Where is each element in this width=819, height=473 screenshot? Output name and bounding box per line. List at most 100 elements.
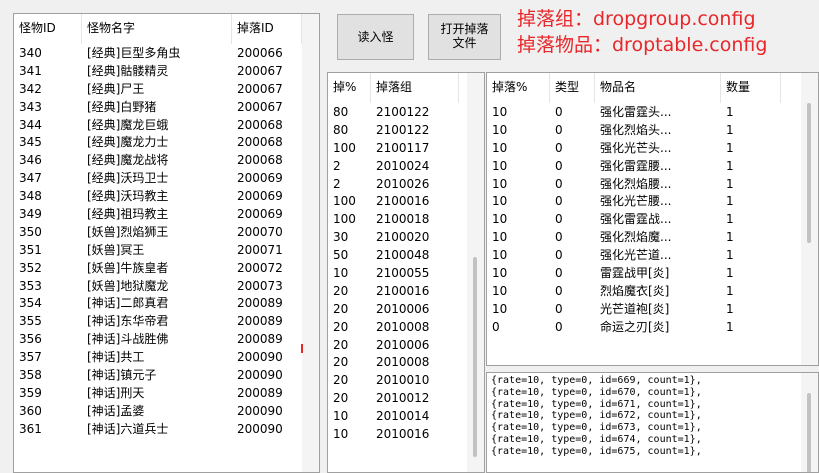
open-drop-file-button[interactable]: 打开掉落 文件: [428, 14, 501, 60]
drop-group-row[interactable]: 10 2100055: [328, 264, 484, 282]
monster-row[interactable]: 359 [神话]刑天 200089: [14, 384, 319, 402]
monster-row[interactable]: 350 [妖兽]烈焰狮王 200070: [14, 223, 319, 241]
monster-row[interactable]: 347 [经典]沃玛卫士 200069: [14, 169, 319, 187]
monster-row[interactable]: 358 [神话]镇元子 200090: [14, 366, 319, 384]
monster-row[interactable]: 351 [妖兽]冥王 200071: [14, 241, 319, 259]
raw-config-scroll-thumb[interactable]: [807, 393, 811, 472]
drop-group-row[interactable]: 2 2010024: [328, 157, 484, 175]
item-row[interactable]: 10 0 强化烈焰头... 1: [487, 121, 818, 139]
drop-group-row[interactable]: 80 2100122: [328, 103, 484, 121]
item-row-cell: 强化雷霆头...: [600, 105, 672, 119]
item-list-scrollbar[interactable]: [801, 73, 818, 365]
drop-group-row[interactable]: 10 2010016: [328, 425, 484, 443]
drop-group-row-cell: 2010010: [376, 373, 430, 388]
drop-group-row[interactable]: 80 2100122: [328, 121, 484, 139]
header-drop-percent[interactable]: 掉%: [328, 73, 371, 103]
item-row[interactable]: 10 0 强化雷霆头... 1: [487, 103, 818, 121]
header-item-count[interactable]: 数量: [721, 73, 781, 103]
monster-row[interactable]: 355 [神话]东华帝君 200089: [14, 312, 319, 330]
monster-list-header: 怪物ID 怪物名字 掉落ID: [14, 14, 319, 44]
drop-group-row[interactable]: 20 2010006: [328, 336, 484, 354]
item-row[interactable]: 10 0 强化光芒头... 1: [487, 139, 818, 157]
item-row-cell: 1: [726, 194, 734, 209]
monster-row[interactable]: 343 [经典]白野猪 200067: [14, 98, 319, 116]
header-drop-id[interactable]: 掉落ID: [232, 14, 302, 44]
drop-group-row[interactable]: 100 2100117: [328, 139, 484, 157]
drop-group-row[interactable]: 100 2100016: [328, 192, 484, 210]
monster-row[interactable]: 353 [妖兽]地狱魔龙 200073: [14, 277, 319, 295]
drop-group-row-cell: 30: [333, 230, 349, 245]
drop-group-row[interactable]: 20 2010006: [328, 300, 484, 318]
monster-list-scrollbar[interactable]: [302, 14, 319, 472]
monster-row[interactable]: 349 [经典]祖玛教主 200069: [14, 205, 319, 223]
header-monster-id[interactable]: 怪物ID: [14, 14, 82, 44]
monster-row-cell: 200090: [237, 421, 283, 436]
item-row[interactable]: 10 0 烈焰魔衣[炎] 1: [487, 282, 818, 300]
header-drop-group[interactable]: 掉落组: [371, 73, 459, 103]
drop-group-scrollbar[interactable]: [467, 73, 484, 472]
monster-row-cell: [妖兽]冥王: [87, 242, 145, 257]
monster-row-cell: 349: [19, 207, 42, 222]
drop-group-row[interactable]: 20 2100016: [328, 282, 484, 300]
read-monster-button[interactable]: 读入怪: [337, 14, 414, 60]
monster-row[interactable]: 361 [神话]六道兵士 200090: [14, 420, 319, 438]
item-row-cell: 1: [726, 248, 734, 263]
monster-row[interactable]: 340 [经典]巨型多角虫 200066: [14, 44, 319, 62]
drop-group-row[interactable]: 20 2010012: [328, 389, 484, 407]
monster-row[interactable]: 354 [神话]二郎真君 200089: [14, 294, 319, 312]
item-row-cell: 0: [555, 319, 563, 334]
drop-group-row[interactable]: 100 2100018: [328, 210, 484, 228]
monster-row-cell: 200090: [237, 368, 283, 383]
item-row[interactable]: 10 0 强化烈焰腰... 1: [487, 175, 818, 193]
item-row[interactable]: 10 0 强化雷霆战... 1: [487, 210, 818, 228]
drop-group-row[interactable]: 50 2100048: [328, 246, 484, 264]
monster-row-cell: [神话]斗战胜佛: [87, 332, 169, 347]
header-item-name[interactable]: 物品名: [595, 73, 721, 103]
item-row[interactable]: 10 0 强化雷霆腰... 1: [487, 157, 818, 175]
item-row[interactable]: 10 0 强化光芒腰... 1: [487, 192, 818, 210]
drop-group-row[interactable]: 10 2010014: [328, 407, 484, 425]
drop-group-body: 80 2100122 80 2100122 100 2100117 2 2010024 2 201…: [328, 103, 484, 443]
drop-group-row-cell: 2010008: [376, 319, 430, 334]
item-row[interactable]: 10 0 强化烈焰魔... 1: [487, 228, 818, 246]
raw-config-scrollbar[interactable]: [801, 373, 818, 472]
item-list-scroll-thumb[interactable]: [807, 103, 811, 243]
item-list[interactable]: 掉落% 类型 物品名 数量 10 0 强化雷霆头... 1 10 0 强化烈焰头... 1 10…: [486, 72, 819, 366]
raw-config-textbox[interactable]: {rate=10, type=0, id=669, count=1}, {rate…: [486, 372, 819, 473]
item-list-header: 掉落% 类型 物品名 数量: [487, 73, 818, 103]
monster-row[interactable]: 341 [经典]骷髅精灵 200067: [14, 62, 319, 80]
monster-row-cell: 200073: [237, 278, 283, 293]
monster-row[interactable]: 346 [经典]魔龙战将 200068: [14, 151, 319, 169]
monster-row[interactable]: 342 [经典]尸王 200067: [14, 80, 319, 98]
drop-group-list[interactable]: 掉% 掉落组 80 2100122 80 2100122 100 2100117 2 2010…: [327, 72, 485, 473]
item-row[interactable]: 10 0 雷霆战甲[炎] 1: [487, 264, 818, 282]
item-row-cell: 10: [492, 176, 508, 191]
monster-row-cell: [神话]镇元子: [87, 368, 157, 383]
header-item-rate[interactable]: 掉落%: [487, 73, 550, 103]
drop-group-scroll-thumb[interactable]: [473, 257, 477, 457]
monster-row[interactable]: 356 [神话]斗战胜佛 200089: [14, 330, 319, 348]
item-row-cell: 烈焰魔衣[炎]: [600, 283, 670, 298]
monster-row[interactable]: 345 [经典]魔龙力士 200068: [14, 133, 319, 151]
item-row[interactable]: 0 0 命运之刃[炎] 1: [487, 318, 818, 336]
item-row[interactable]: 10 0 强化光芒道... 1: [487, 246, 818, 264]
drop-group-row[interactable]: 20 2010008: [328, 353, 484, 371]
monster-list[interactable]: 怪物ID 怪物名字 掉落ID 340 [经典]巨型多角虫 200066 341 [经典]…: [13, 13, 320, 473]
header-item-type[interactable]: 类型: [550, 73, 595, 103]
item-list-body: 10 0 强化雷霆头... 1 10 0 强化烈焰头... 1 10 0 强化光芒头... 1 10 0 强…: [487, 103, 818, 336]
item-row-cell: 10: [492, 122, 508, 137]
monster-row[interactable]: 344 [经典]魔龙巨蛾 200068: [14, 116, 319, 134]
drop-group-row[interactable]: 2 2010026: [328, 175, 484, 193]
drop-group-row-cell: 100: [333, 194, 356, 209]
drop-group-row[interactable]: 20 2010010: [328, 371, 484, 389]
drop-group-row[interactable]: 30 2100020: [328, 228, 484, 246]
monster-row[interactable]: 348 [经典]沃玛教主 200069: [14, 187, 319, 205]
item-row-cell: 10: [492, 194, 508, 209]
drop-group-row[interactable]: 20 2010008: [328, 318, 484, 336]
monster-row[interactable]: 357 [神话]共工 200090: [14, 348, 319, 366]
item-row[interactable]: 10 0 光芒道袍[炎] 1: [487, 300, 818, 318]
monster-row[interactable]: 352 [妖兽]牛族皇者 200072: [14, 259, 319, 277]
monster-row-cell: 200090: [237, 350, 283, 365]
monster-row[interactable]: 360 [神话]孟婆 200090: [14, 402, 319, 420]
header-monster-name[interactable]: 怪物名字: [82, 14, 232, 44]
